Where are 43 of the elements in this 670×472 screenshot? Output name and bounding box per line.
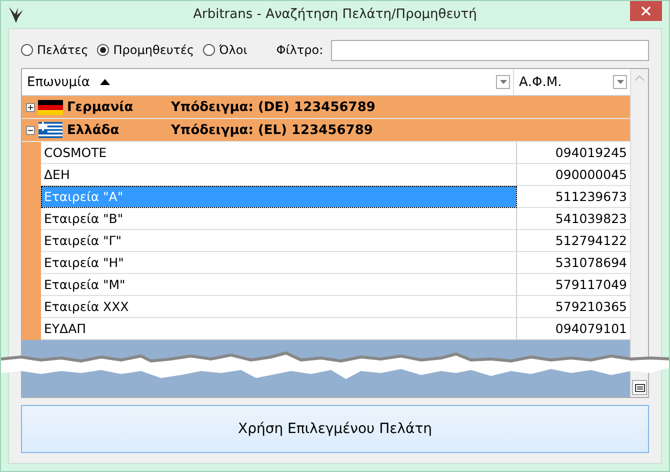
- table-row[interactable]: Εταιρεία "Γ" 512794122: [22, 230, 630, 252]
- table-cell: Εταιρεία "Γ": [41, 230, 517, 252]
- group-country: Ελλάδα: [67, 122, 120, 138]
- filter-field[interactable]: [331, 40, 649, 60]
- column-header[interactable]: Επωνυμία: [22, 69, 514, 95]
- flag-icon: [38, 122, 63, 138]
- table-cell: Εταιρεία "Α": [41, 186, 517, 208]
- close-button[interactable]: [630, 1, 662, 21]
- table-cell: Εταιρεία "B": [41, 208, 517, 230]
- filter-label: Φίλτρο:: [276, 43, 324, 57]
- radio-option[interactable]: Όλοι: [203, 43, 248, 57]
- table-row[interactable]: COSMOTE 094019245: [22, 142, 630, 164]
- column-header[interactable]: Α.Φ.Μ.: [514, 69, 630, 95]
- table-cell: COSMOTE: [41, 142, 517, 164]
- radio-option[interactable]: Πελάτες: [21, 43, 88, 57]
- radio-button[interactable]: [97, 44, 110, 56]
- radio-button[interactable]: [21, 44, 33, 56]
- bird-icon: [8, 6, 24, 24]
- radio-button[interactable]: [203, 44, 216, 56]
- table-row[interactable]: Εταιρεία "Η" 531078694: [22, 252, 630, 274]
- scrollbar[interactable]: [630, 69, 648, 397]
- dropdown-icon[interactable]: [496, 75, 510, 89]
- expand-toggle[interactable]: [26, 126, 35, 134]
- table-cell: Εταιρεία "Η": [41, 252, 517, 274]
- dropdown-icon[interactable]: [613, 75, 627, 89]
- window-title: Arbitrans - Αναζήτηση Πελάτη/Προμηθευτή: [192, 7, 478, 22]
- radio-option[interactable]: Προμηθευτές: [97, 43, 194, 57]
- expand-toggle[interactable]: [26, 102, 35, 112]
- grid-menu-icon[interactable]: [632, 380, 647, 395]
- group-example: Υπόδειγμα: (EL) 123456789: [171, 122, 373, 138]
- table-row[interactable]: Εταιρεία ΧΧΧ 579210365: [22, 296, 630, 318]
- group-country: Γερμανία: [67, 100, 134, 114]
- flag-icon: [38, 100, 63, 114]
- group-row[interactable]: Ελλάδα Υπόδειγμα: (EL) 123456789: [22, 119, 630, 142]
- table-row[interactable]: Εταιρεία "B" 541039823: [22, 208, 630, 230]
- group-example: Υπόδειγμα: (DE) 123456789: [171, 100, 376, 114]
- group-row[interactable]: Γερμανία Υπόδειγμα: (DE) 123456789: [22, 96, 630, 119]
- use-selected-button[interactable]: Χρήση Επιλεγμένου Πελάτη: [21, 405, 649, 453]
- close-icon[interactable]: [641, 6, 651, 16]
- table-row[interactable]: Εταιρεία "Μ" 579117049: [22, 274, 630, 296]
- table-cell: Εταιρεία ΧΧΧ: [41, 296, 517, 318]
- table-row[interactable]: Εταιρεία "Α" 511239673: [22, 186, 630, 208]
- table-cell: Εταιρεία "Μ": [41, 274, 517, 296]
